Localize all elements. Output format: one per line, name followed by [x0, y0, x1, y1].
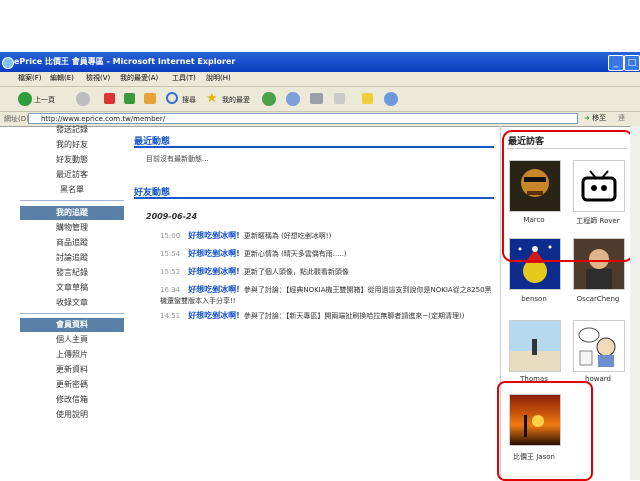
highlight-box: [502, 130, 634, 262]
sidebar-item-blacklist[interactable]: 黑名單: [20, 183, 124, 197]
ie-logo-icon: [2, 57, 14, 69]
back-icon[interactable]: [18, 92, 32, 106]
activity-time: 15:00: [160, 232, 181, 240]
window-titlebar: ePrice 比價王 會員專區 - Microsoft Internet Exp…: [0, 52, 640, 72]
favorites-icon[interactable]: ★: [206, 91, 218, 106]
activity-text: 更新了個人頭像，點此觀看新頭像: [243, 268, 349, 276]
activity-user-link[interactable]: 好想吃剉冰啊!: [188, 267, 240, 276]
go-arrow-icon: ➜: [584, 114, 593, 122]
links-label[interactable]: 連: [618, 113, 625, 123]
member-sidebar: 發送記錄 我的好友 好友動態 最近訪客 黑名單 我的追蹤 購物管理 商品追蹤 討…: [20, 123, 124, 480]
activity-item: 15:54 好想吃剉冰啊! 更新心情為 (晴天多雲偶有雨.....): [160, 248, 495, 260]
activity-item: 14:51 好想吃剉冰啊! 參與了討論：【新天專區】開兩端扯刷換哈拉無聊者請進來~(…: [160, 310, 495, 322]
vertical-scrollbar[interactable]: [630, 126, 640, 480]
visitor-avatar[interactable]: [509, 320, 561, 372]
mail-icon[interactable]: [286, 92, 300, 106]
sidebar-item-sent-records[interactable]: 發送記錄: [20, 123, 124, 137]
home-icon[interactable]: [144, 93, 156, 104]
sidebar-item-update-password[interactable]: 更新密碼: [20, 378, 124, 392]
sidebar-item-product-tracking[interactable]: 商品追蹤: [20, 236, 124, 250]
activity-date: 2009-06-24: [146, 212, 198, 221]
title-underline: [134, 146, 494, 148]
activity-user-link[interactable]: 好想吃剉冰啊!: [188, 285, 240, 294]
favorites-button[interactable]: 我的最愛: [222, 95, 250, 105]
activity-time: 14:51: [160, 312, 181, 320]
go-label: 移至: [592, 114, 607, 122]
go-button[interactable]: ➜ 移至: [584, 113, 606, 123]
menu-file[interactable]: 檔案(F): [18, 73, 42, 83]
sidebar-item-homepage[interactable]: 個人主頁: [20, 333, 124, 347]
sidebar-item-drafts[interactable]: 文章草稿: [20, 281, 124, 295]
activity-text: 更新暱稱為 (好想吃剉冰啊!): [243, 232, 332, 240]
menu-tools[interactable]: 工具(T): [172, 73, 196, 83]
sidebar-item-update-profile[interactable]: 更新資料: [20, 363, 124, 377]
activity-time: 15:54: [160, 250, 181, 258]
recent-empty-text: 目前沒有最新動態...: [146, 155, 209, 163]
address-url: http://www.eprice.com.tw/member/: [41, 115, 166, 123]
avatar-image: [510, 321, 560, 371]
activity-user-link[interactable]: 好想吃剉冰啊!: [188, 231, 240, 240]
sidebar-item-help[interactable]: 使用說明: [20, 408, 124, 422]
activity-time: 16:34: [160, 286, 181, 294]
title-underline: [134, 197, 494, 199]
activity-item: 15:52 好想吃剉冰啊! 更新了個人頭像，點此觀看新頭像: [160, 266, 495, 278]
sidebar-item-post-records[interactable]: 發言紀錄: [20, 266, 124, 280]
sidebar-item-change-email[interactable]: 修改信箱: [20, 393, 124, 407]
sidebar-item-saved-articles[interactable]: 收錄文章: [20, 296, 124, 310]
sidebar-section-member-info: 會員資料: [20, 318, 124, 332]
maximize-button[interactable]: □: [624, 55, 640, 71]
divider: [20, 313, 124, 314]
menu-bar: 檔案(F) 編輯(E) 檢視(V) 我的最愛(A) 工具(T) 說明(H): [0, 72, 640, 87]
forward-icon[interactable]: [76, 92, 90, 106]
folder-icon[interactable]: [362, 93, 373, 104]
sidebar-item-discussion-tracking[interactable]: 討論追蹤: [20, 251, 124, 265]
sidebar-item-purchase-mgmt[interactable]: 購物管理: [20, 221, 124, 235]
refresh-icon[interactable]: [124, 93, 135, 104]
minimize-button[interactable]: _: [608, 55, 624, 71]
sidebar-item-recent-visitors[interactable]: 最近訪客: [20, 168, 124, 182]
search-button[interactable]: 搜尋: [182, 95, 196, 105]
sidebar-item-friend-activity[interactable]: 好友動態: [20, 153, 124, 167]
activity-item: 15:00 好想吃剉冰啊! 更新暱稱為 (好想吃剉冰啊!): [160, 230, 495, 242]
activity-text: 更新心情為 (晴天多雲偶有雨.....): [243, 250, 347, 258]
sidebar-item-my-friends[interactable]: 我的好友: [20, 138, 124, 152]
back-button[interactable]: 上一頁: [34, 95, 55, 105]
cartoon-avatar-image: [578, 327, 616, 367]
messenger-icon[interactable]: [384, 92, 398, 106]
divider: [20, 200, 124, 201]
media-icon[interactable]: [262, 92, 276, 106]
activity-user-link[interactable]: 好想吃剉冰啊!: [188, 311, 240, 320]
toolbar: 上一頁 搜尋 ★ 我的最愛: [0, 87, 640, 112]
visitor-name[interactable]: benson: [503, 295, 565, 303]
activity-time: 15:52: [160, 268, 181, 276]
sidebar-section-tracking: 我的追蹤: [20, 206, 124, 220]
search-icon[interactable]: [166, 92, 178, 104]
activity-text: 參與了討論：【新天專區】開兩端扯刷換哈拉無聊者請進來~(定期清理)): [243, 312, 465, 320]
sidebar-item-upload-photo[interactable]: 上傳照片: [20, 348, 124, 362]
visitor-name[interactable]: OscarCheng: [567, 295, 629, 303]
activity-user-link[interactable]: 好想吃剉冰啊!: [188, 249, 240, 258]
window-title: ePrice 比價王 會員專區 - Microsoft Internet Exp…: [14, 57, 236, 66]
visitor-avatar[interactable]: [573, 320, 625, 372]
menu-view[interactable]: 檢視(V): [86, 73, 110, 83]
activity-item: 16:34 好想吃剉冰啊! 參與了討論：【經典NOKIA機王雙開箱】從用過這支到說你…: [160, 284, 495, 307]
menu-edit[interactable]: 編輯(E): [50, 73, 74, 83]
highlight-box: [497, 381, 593, 481]
menu-help[interactable]: 說明(H): [206, 73, 231, 83]
print-icon[interactable]: [310, 93, 323, 104]
edit-icon[interactable]: [334, 93, 345, 104]
stop-icon[interactable]: [104, 93, 115, 104]
menu-favorites[interactable]: 我的最愛(A): [120, 73, 158, 83]
